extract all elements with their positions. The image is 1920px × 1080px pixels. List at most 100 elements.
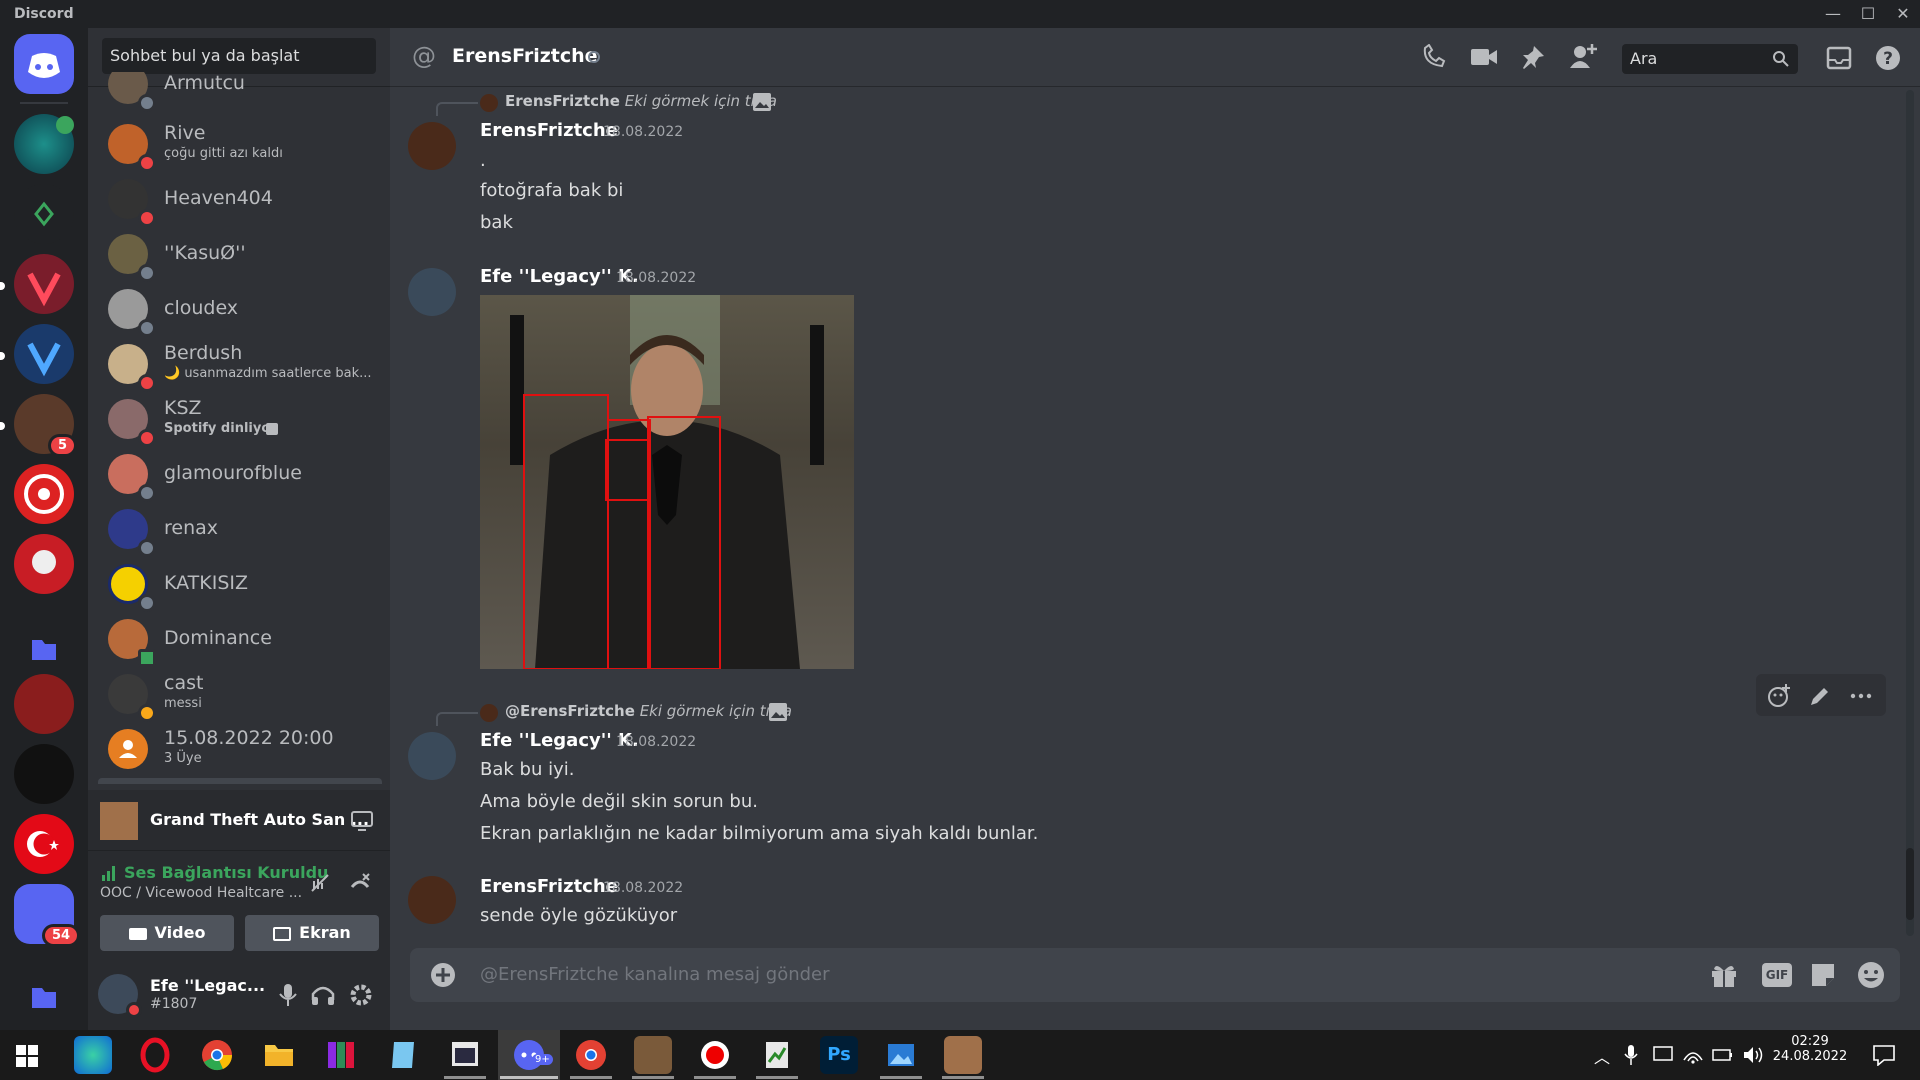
message-author[interactable]: Efe ''Legacy'' K. <box>480 730 639 751</box>
show-hidden-icons[interactable]: ︿ <box>1594 1044 1610 1068</box>
server-icon-3[interactable] <box>14 254 74 314</box>
edge-icon[interactable] <box>74 1036 112 1074</box>
group-dm-item[interactable]: 15.08.2022 20:00 3 Üye <box>98 723 382 775</box>
message-timestamp: 18.08.2022 <box>603 880 684 896</box>
message-avatar[interactable] <box>408 122 456 170</box>
gta-sa-app-icon[interactable] <box>944 1036 982 1074</box>
dm-item[interactable]: ''KasuØ'' <box>98 228 382 282</box>
gta-sa-icon[interactable] <box>634 1036 672 1074</box>
photos-icon[interactable] <box>882 1036 920 1074</box>
server-icon-4[interactable] <box>14 324 74 384</box>
folder-icon[interactable] <box>14 982 74 1012</box>
server-icon-10[interactable] <box>14 814 74 874</box>
folder-icon[interactable] <box>14 634 74 664</box>
disconnect-icon[interactable] <box>348 871 372 895</box>
video-call-icon[interactable] <box>1470 46 1498 68</box>
dm-item[interactable]: renax <box>98 503 382 557</box>
voice-call-icon[interactable] <box>1420 44 1448 70</box>
voice-status[interactable]: Ses Bağlantısı Kuruldu <box>124 863 328 882</box>
svg-text:?: ? <box>1883 49 1893 69</box>
message-composer[interactable]: @ErensFriztche kanalına mesaj gönder GIF <box>410 948 1900 1002</box>
voice-channel[interactable]: OOC / Vicewood Healtcare ... <box>100 885 302 901</box>
volume-icon[interactable] <box>1742 1044 1766 1066</box>
scrollbar-track[interactable] <box>1906 90 1914 936</box>
home-button[interactable] <box>14 34 74 94</box>
attach-plus-icon[interactable] <box>430 962 456 988</box>
user-panel: Efe ''Legac... #1807 <box>88 960 390 1030</box>
notepad-icon[interactable] <box>384 1036 422 1074</box>
edit-pencil-icon[interactable] <box>1808 684 1832 708</box>
add-friend-icon[interactable] <box>1568 42 1598 70</box>
title-bar: Discord — ☐ ✕ <box>0 0 1920 28</box>
voice-panel: Ses Bağlantısı Kuruldu OOC / Vicewood He… <box>88 850 390 961</box>
system-clock[interactable]: 02:29 24.08.2022 <box>1770 1034 1850 1064</box>
obs-record-icon[interactable] <box>696 1036 734 1074</box>
photoshop-icon[interactable]: Ps <box>820 1036 858 1074</box>
wifi-icon[interactable] <box>1682 1044 1704 1066</box>
message-avatar[interactable] <box>408 268 456 316</box>
message-author[interactable]: ErensFriztche <box>480 120 618 141</box>
microphone-icon[interactable] <box>276 982 300 1008</box>
mobile-status-indicator <box>138 649 156 667</box>
status-indicator <box>138 209 156 227</box>
message-avatar[interactable] <box>408 732 456 780</box>
video-button[interactable]: Video <box>100 915 234 951</box>
server-icon-2[interactable] <box>14 184 74 244</box>
dm-search-input[interactable]: Sohbet bul ya da başlat <box>102 38 376 74</box>
chrome-profile-icon[interactable] <box>572 1036 610 1074</box>
pinned-messages-icon[interactable] <box>1520 44 1546 70</box>
server-icon-9[interactable] <box>14 744 74 804</box>
server-icon-8[interactable] <box>14 674 74 734</box>
file-explorer-icon[interactable] <box>260 1036 298 1074</box>
stream-icon[interactable] <box>350 810 374 832</box>
gift-icon[interactable] <box>1710 962 1738 988</box>
dm-item[interactable]: cloudex <box>98 283 382 337</box>
message-text: fotoğrafa bak bi <box>480 180 624 201</box>
notification-center-icon[interactable] <box>1872 1044 1896 1066</box>
server-icon-7[interactable] <box>14 534 74 594</box>
dm-item[interactable]: glamourofblue <box>98 448 382 502</box>
inbox-icon[interactable] <box>1826 46 1852 70</box>
message-avatar[interactable] <box>408 876 456 924</box>
reply-preview[interactable]: @ErensFriztche Eki görmek için tıkla <box>505 702 792 720</box>
screen-share-button[interactable]: Ekran <box>245 915 379 951</box>
scrollbar-thumb[interactable] <box>1906 848 1914 920</box>
chrome-icon[interactable] <box>198 1036 236 1074</box>
dm-item[interactable]: Berdush 🌙 usanmazdım saatlerce bak... <box>98 338 382 392</box>
dm-item[interactable]: cast messi <box>98 668 382 722</box>
dm-item[interactable]: KSZ Spotify dinliyor <box>98 393 382 447</box>
headphones-icon[interactable] <box>310 982 336 1008</box>
image-attachment[interactable] <box>480 295 854 669</box>
reply-preview[interactable]: ErensFriztche Eki görmek için tıkla <box>505 92 777 110</box>
message-author[interactable]: Efe ''Legacy'' K. <box>480 266 639 287</box>
winrar-icon[interactable] <box>322 1036 360 1074</box>
settings-gear-icon[interactable] <box>348 982 374 1008</box>
spreadsheet-icon[interactable] <box>758 1036 796 1074</box>
maximize-button[interactable]: ☐ <box>1851 2 1885 26</box>
message-author[interactable]: ErensFriztche <box>480 876 618 897</box>
windows-start-icon[interactable] <box>16 1045 38 1067</box>
gif-button[interactable]: GIF <box>1762 963 1792 987</box>
minimize-button[interactable]: — <box>1816 2 1850 26</box>
dm-status-text: Spotify dinliyor <box>164 421 277 436</box>
emoji-icon[interactable] <box>1856 960 1886 990</box>
dm-item[interactable]: Dominance <box>98 613 382 667</box>
turkish-flag-icon <box>27 831 59 857</box>
dm-item[interactable]: KATKISIZ <box>98 558 382 612</box>
add-reaction-icon[interactable] <box>1766 683 1792 709</box>
noise-suppression-icon[interactable] <box>308 871 332 895</box>
composer-placeholder[interactable]: @ErensFriztche kanalına mesaj gönder <box>480 964 830 985</box>
message-actions-toolbar <box>1756 674 1886 716</box>
opera-icon[interactable] <box>136 1036 174 1074</box>
terminal-icon[interactable] <box>446 1036 484 1074</box>
sticker-icon[interactable] <box>1810 962 1836 988</box>
close-button[interactable]: ✕ <box>1886 2 1920 26</box>
display-tray-icon[interactable] <box>1652 1044 1674 1066</box>
server-icon-6[interactable] <box>14 464 74 524</box>
help-icon[interactable]: ? <box>1874 44 1902 72</box>
battery-icon[interactable] <box>1712 1046 1734 1064</box>
dm-item[interactable]: Heaven404 <box>98 173 382 227</box>
dm-item[interactable]: Armutcu <box>98 72 382 112</box>
more-options-icon[interactable] <box>1848 684 1874 708</box>
dm-item[interactable]: Rive çoğu gitti azı kaldı <box>98 118 382 172</box>
